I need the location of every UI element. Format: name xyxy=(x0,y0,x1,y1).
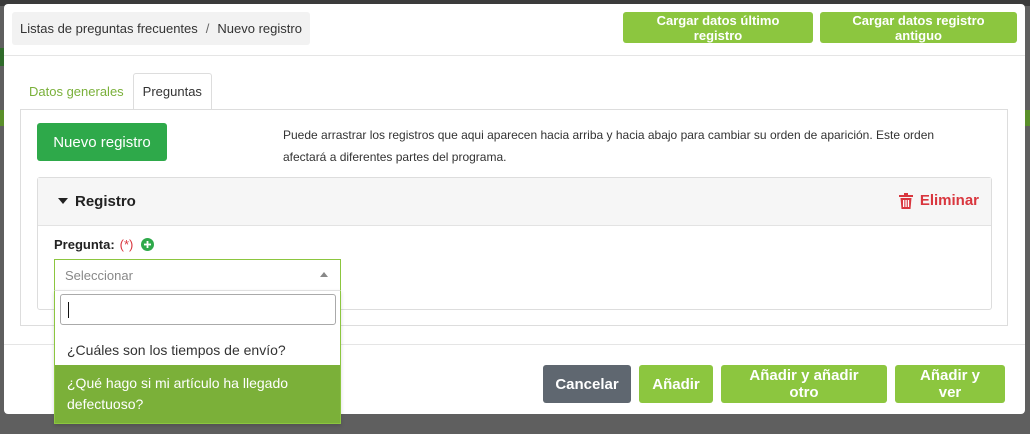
chevron-up-icon[interactable] xyxy=(320,272,328,277)
dropdown-search-input[interactable] xyxy=(60,294,336,325)
record-title: Registro xyxy=(75,193,136,210)
required-mark: (*) xyxy=(119,237,134,252)
question-dropdown: ¿Cuáles son los tiempos de envío? ¿Qué h… xyxy=(54,290,341,424)
trash-icon xyxy=(898,192,913,209)
dropdown-option-shipping-times[interactable]: ¿Cuáles son los tiempos de envío? xyxy=(55,335,340,365)
add-button[interactable]: Añadir xyxy=(639,365,713,403)
delete-record-button[interactable]: Eliminar xyxy=(898,192,979,209)
tab-questions[interactable]: Preguntas xyxy=(132,73,212,110)
add-and-view-button[interactable]: Añadir y ver xyxy=(895,365,1005,403)
load-last-record-button[interactable]: Cargar datos último registro xyxy=(623,12,813,43)
tab-bar: Datos generales Preguntas xyxy=(20,73,212,110)
add-and-add-another-button[interactable]: Añadir y añadir otro xyxy=(721,365,887,403)
tab-general-data[interactable]: Datos generales xyxy=(20,73,133,110)
load-old-record-button[interactable]: Cargar datos registro antiguo xyxy=(820,12,1017,43)
breadcrumb-item-list[interactable]: Listas de preguntas frecuentes xyxy=(20,21,198,36)
add-circle-icon[interactable] xyxy=(141,238,155,251)
caret-down-icon[interactable] xyxy=(58,198,68,204)
question-label-text: Pregunta: xyxy=(54,237,115,252)
question-field-label: Pregunta: (*) xyxy=(54,237,155,252)
delete-label: Eliminar xyxy=(919,192,979,209)
question-select[interactable]: Seleccionar xyxy=(54,259,341,291)
cancel-button[interactable]: Cancelar xyxy=(543,365,631,403)
select-placeholder: Seleccionar xyxy=(65,268,133,283)
breadcrumb-separator: / xyxy=(205,21,210,36)
record-header[interactable]: Registro Eliminar xyxy=(38,178,991,226)
dropdown-option-defective-item[interactable]: ¿Qué hago si mi artículo ha llegado defe… xyxy=(55,365,340,423)
modal-header: Listas de preguntas frecuentes / Nuevo r… xyxy=(4,4,1025,56)
breadcrumb: Listas de preguntas frecuentes / Nuevo r… xyxy=(12,12,310,45)
new-record-button[interactable]: Nuevo registro xyxy=(37,123,167,161)
breadcrumb-item-current: Nuevo registro xyxy=(217,21,302,36)
text-cursor xyxy=(68,302,69,318)
reorder-info-text: Puede arrastrar los registros que aqui a… xyxy=(283,128,935,164)
